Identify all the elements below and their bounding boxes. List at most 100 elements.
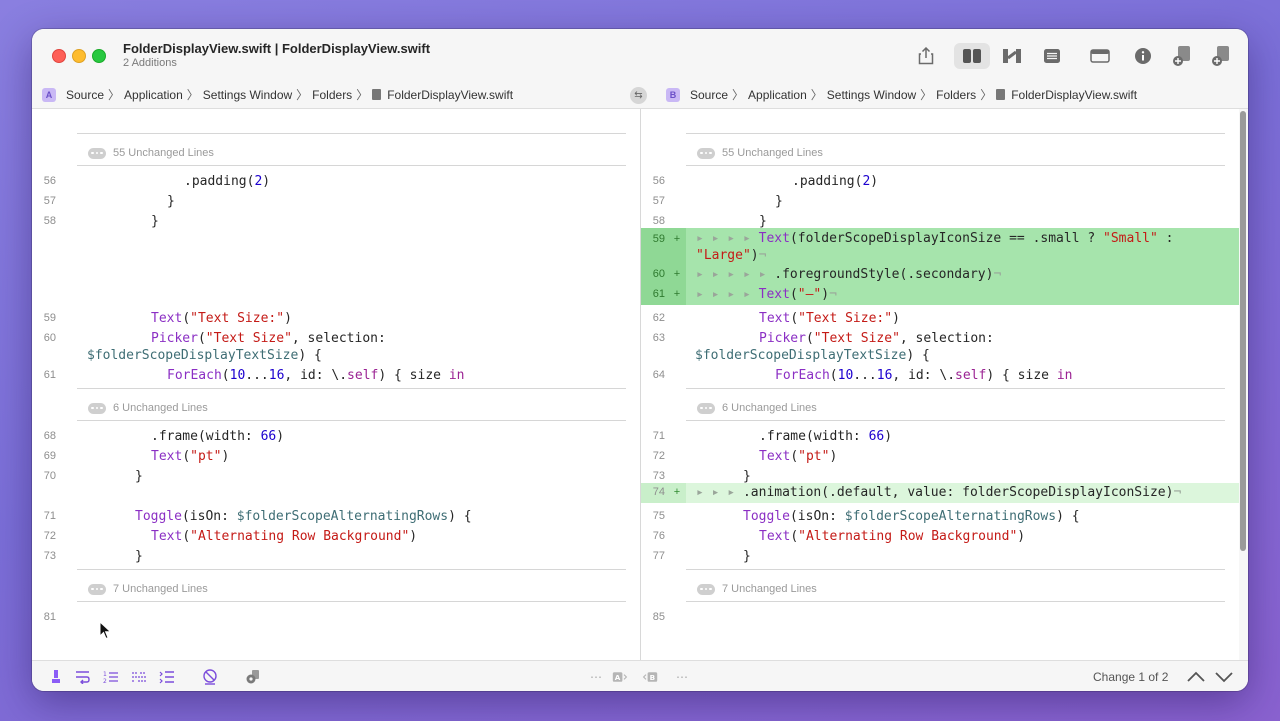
ellipsis-icon: [697, 147, 715, 159]
svg-text:B: B: [650, 673, 655, 682]
code-line: 72 Text("pt"): [652, 449, 838, 464]
ellipsis-icon: [88, 147, 106, 159]
side-by-side-icon: [963, 49, 981, 63]
fold-label: 55 Unchanged Lines: [113, 147, 214, 159]
crumb-folders[interactable]: Folders: [936, 88, 976, 102]
more-right-icon: ⋯: [676, 670, 688, 684]
scrollbar-thumb[interactable]: [1240, 111, 1246, 551]
fold-label: 7 Unchanged Lines: [722, 583, 817, 595]
wrap-lines-button[interactable]: [75, 669, 91, 685]
add-right-button[interactable]: [1203, 43, 1239, 69]
chevron-right-icon: 〉: [186, 88, 199, 102]
chevron-right-icon: 〉: [810, 88, 823, 102]
crumb-source[interactable]: Source: [66, 88, 104, 102]
next-change-button[interactable]: [1214, 669, 1234, 685]
pane-a[interactable]: 55 Unchanged Lines 56 .padding(2) 57} 58}…: [32, 109, 640, 660]
zoom-button[interactable]: [92, 49, 106, 63]
chevron-right-icon: 〉: [296, 88, 309, 102]
add-left-button[interactable]: [1164, 43, 1200, 69]
highlight-icon: [52, 670, 60, 683]
hide-button[interactable]: [202, 669, 218, 685]
wrap-icon: [76, 671, 90, 684]
minimize-button[interactable]: [72, 49, 86, 63]
code-line: 56 .padding(2): [652, 174, 879, 189]
crumb-application[interactable]: Application: [748, 88, 807, 102]
fold-unchanged[interactable]: 55 Unchanged Lines: [32, 114, 640, 166]
chevron-down-icon: [1215, 672, 1233, 683]
share-button[interactable]: [908, 43, 944, 69]
code-line: 69 Text("pt"): [43, 449, 230, 464]
previous-change-button[interactable]: [1186, 669, 1206, 685]
crumb-folders[interactable]: Folders: [312, 88, 352, 102]
add-right-icon: [1212, 46, 1229, 66]
crumb-source[interactable]: Source: [690, 88, 728, 102]
line-numbers-button[interactable]: 12: [103, 669, 119, 685]
show-a-button[interactable]: A: [612, 669, 628, 685]
path-bar: A Source 〉 Application 〉 Settings Window…: [32, 81, 1248, 109]
line-numbers-icon: 12: [103, 671, 118, 684]
added-line: 74 + ▸ ▸ ▸ .animation(.default, value: fo…: [641, 483, 1239, 503]
file-icon: [372, 89, 382, 100]
pane-b[interactable]: 55 Unchanged Lines 56 .padding(2) 57} 58}…: [641, 109, 1239, 660]
code-line: 59 Text("Text Size:"): [43, 311, 292, 326]
svg-text:2: 2: [103, 678, 107, 684]
code-line: 72 Text("Alternating Row Background"): [43, 529, 418, 544]
swap-icon: ⇆: [634, 90, 643, 101]
crumb-file[interactable]: FolderDisplayView.swift: [1011, 88, 1137, 102]
code-line: 85: [652, 611, 665, 623]
fold-label: 6 Unchanged Lines: [722, 402, 817, 414]
more-left-icon: ⋯: [590, 670, 602, 684]
side-by-side-button[interactable]: [954, 43, 990, 69]
breadcrumb-b: B Source 〉 Application 〉 Settings Window…: [666, 81, 1137, 108]
fold-label: 7 Unchanged Lines: [113, 583, 208, 595]
list-view-button[interactable]: [1034, 43, 1070, 69]
window-layout-button[interactable]: [1082, 43, 1118, 69]
code-line: 58}: [43, 214, 159, 229]
code-line: 81: [43, 611, 56, 623]
code-line: 73}: [43, 549, 143, 564]
swap-sides-button[interactable]: ⇆: [630, 87, 647, 104]
whitespace-button[interactable]: [131, 669, 147, 685]
code-line: 61 ForEach(10...16, id: \.self) { size in: [43, 368, 465, 383]
ellipsis-icon: [697, 402, 715, 414]
code-line: 70}: [43, 469, 143, 484]
code-line: 75 Toggle(isOn: $folderScopeAlternatingRo…: [652, 509, 1080, 524]
diff-window: FolderDisplayView.swift | FolderDisplayV…: [32, 29, 1248, 691]
crumb-file[interactable]: FolderDisplayView.swift: [387, 88, 513, 102]
chevron-right-icon: 〉: [980, 88, 993, 102]
crumb-settings-window[interactable]: Settings Window: [827, 88, 916, 102]
vertical-scrollbar[interactable]: [1239, 109, 1248, 660]
ellipsis-icon: [88, 583, 106, 595]
code-line: 63 Picker("Text Size", selection: $folderS…: [652, 331, 994, 363]
chevron-right-icon: 〉: [920, 88, 933, 102]
code-line: 57}: [43, 194, 175, 209]
unified-diff-button[interactable]: [994, 43, 1030, 69]
title-bar: FolderDisplayView.swift | FolderDisplayV…: [32, 29, 1248, 81]
crumb-application[interactable]: Application: [124, 88, 183, 102]
code-line: 62 Text("Text Size:"): [652, 311, 900, 326]
settings-button[interactable]: [245, 669, 261, 685]
left-a-icon: A: [612, 672, 628, 682]
svg-text:A: A: [615, 673, 621, 682]
settings-icon: [246, 670, 259, 684]
code-line: 76 Text("Alternating Row Background"): [652, 529, 1026, 544]
highlight-button[interactable]: [48, 669, 64, 685]
window-subtitle: 2 Additions: [123, 57, 177, 69]
code-line: 68 .frame(width: 66): [43, 429, 285, 444]
indent-icon: [159, 671, 174, 684]
info-icon: [1135, 48, 1151, 64]
show-b-button[interactable]: B: [642, 669, 658, 685]
indent-button[interactable]: [159, 669, 175, 685]
chevron-right-icon: 〉: [732, 88, 745, 102]
right-b-icon: B: [642, 672, 658, 682]
chevron-up-icon: [1187, 671, 1205, 682]
window-icon: [1090, 49, 1110, 63]
fold-unchanged[interactable]: 55 Unchanged Lines: [641, 114, 1239, 166]
added-line: 61 + ▸ ▸ ▸ ▸ Text("–")¬: [641, 285, 1239, 305]
code-line: 56 .padding(2): [43, 174, 271, 189]
info-button[interactable]: [1125, 43, 1161, 69]
crumb-settings-window[interactable]: Settings Window: [203, 88, 292, 102]
mouse-pointer-icon: [99, 621, 112, 640]
close-button[interactable]: [52, 49, 66, 63]
code-line: 57}: [652, 194, 783, 209]
